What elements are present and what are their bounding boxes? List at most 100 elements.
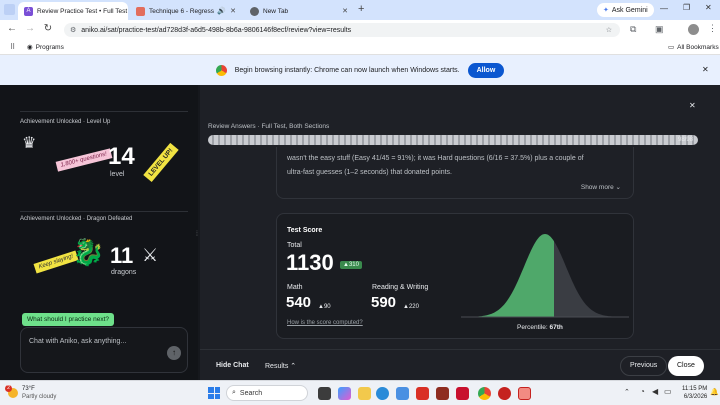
show-more-link[interactable]: Show more ⌄ (581, 183, 621, 191)
dragon-icon: 🐉 (72, 237, 105, 267)
battery-icon[interactable]: ▭ (664, 387, 672, 396)
allow-button[interactable]: Allow (467, 62, 505, 78)
infobar-close-icon[interactable]: ✕ (702, 65, 709, 74)
weather-widget[interactable]: 2 73°F Partly cloudy (5, 385, 57, 401)
reload-icon[interactable]: ↻ (39, 23, 57, 34)
chat-placeholder: Chat with Aniko, ask anything... (29, 338, 127, 345)
maximize-button[interactable]: ❐ (683, 3, 690, 12)
tab-bar: A Review Practice Test • Full Test ✕ Tec… (0, 0, 720, 20)
dragons-unit: dragons (111, 269, 137, 276)
chat-input[interactable]: Chat with Aniko, ask anything... ↑ (20, 327, 188, 373)
hide-chat-button[interactable]: Hide Chat (216, 362, 249, 369)
panel-resize-handle[interactable]: ⁞ (196, 231, 198, 238)
search-icon: ⌕ (232, 389, 236, 396)
tab-groups-icon[interactable]: ▣ (655, 24, 664, 35)
avatar[interactable] (688, 24, 699, 35)
tab-label: Review Practice Test • Full Test (37, 7, 128, 15)
close-tab-icon[interactable]: ✕ (226, 7, 236, 15)
volume-icon[interactable]: ◀ (652, 387, 658, 396)
tab-search-icon[interactable] (4, 4, 15, 15)
address-bar[interactable]: ⚙ aniko.ai/sat/practice-test/ad728d3f-a6… (64, 23, 620, 37)
close-window-button[interactable]: ✕ (705, 3, 712, 12)
bookmarks-bar: ⠿ ◉ Programs ▭ All Bookmarks (0, 40, 720, 55)
weather-text: Partly cloudy (22, 394, 57, 400)
chat-sidebar: Achievement Unlocked · Level Up ♛ 1,800+… (0, 85, 198, 380)
curve-upper-region (554, 241, 629, 317)
apps-icon[interactable]: ⠿ (10, 43, 15, 51)
chrome-logo-icon (215, 64, 227, 76)
notifications-icon[interactable]: 🔔 (710, 388, 719, 396)
bookmark-star-icon[interactable]: ☆ (606, 26, 612, 34)
ask-gemini-label: Ask Gemini (611, 6, 648, 14)
tab-label: New Tab (263, 7, 289, 15)
how-computed-link[interactable]: How is the score computed? (287, 320, 363, 326)
task-view-icon[interactable] (318, 387, 331, 400)
course-favicon-icon (136, 6, 145, 16)
questions-sticker: 1,800+ questions! (55, 148, 112, 172)
site-info-icon[interactable]: ⚙ (70, 26, 76, 34)
tray-chevron-icon[interactable]: ⌃ (624, 388, 630, 396)
folder-icon: ▭ (668, 44, 675, 51)
file-explorer-icon[interactable] (358, 387, 371, 400)
summary-text-1: wasn't the easy stuff (Easy 41/45 = 91%)… (287, 155, 584, 162)
weather-icon: 2 (5, 385, 18, 398)
tab-technique[interactable]: Technique 6 - Regression w… 🔊 ✕ (130, 2, 242, 20)
app-red-circle-icon[interactable] (498, 387, 511, 400)
mcafee-icon[interactable] (456, 387, 469, 400)
results-dropdown[interactable]: Results ⌃ (265, 362, 296, 370)
globe-icon: ◉ (27, 44, 33, 51)
progress-bar (208, 135, 698, 145)
infobar-message: Begin browsing instantly: Chrome can now… (234, 66, 460, 74)
close-button[interactable]: Close (668, 356, 704, 376)
curve-lower-region (461, 234, 554, 317)
search-label: Search (239, 389, 263, 397)
crown-icon: ♛ (22, 135, 37, 152)
summary-text-2: ultra-fast guesses (1–2 seconds) that do… (287, 169, 452, 176)
start-button[interactable] (208, 387, 220, 399)
total-label: Total (287, 242, 302, 249)
url-text: aniko.ai/sat/practice-test/ad728d3f-a6d5… (81, 26, 352, 34)
app-grid-icon[interactable] (436, 387, 449, 400)
app-l-icon[interactable] (416, 387, 429, 400)
new-tab-button[interactable]: + (358, 3, 364, 15)
summary-card: wasn't the easy stuff (Easy 41/45 = 91%)… (276, 147, 634, 199)
clock[interactable]: 11:15 PM 6/3/2026 (682, 385, 707, 401)
taskbar-search[interactable]: ⌕ Search (226, 385, 308, 401)
speaker-icon: 🔊 (217, 8, 227, 15)
tab-newtab[interactable]: New Tab ✕ (244, 2, 354, 20)
app-active-icon[interactable] (518, 387, 531, 400)
close-tab-icon[interactable]: ✕ (338, 7, 348, 15)
achievement-title: Achievement Unlocked · Level Up (20, 119, 111, 125)
rw-score: 590 (371, 294, 397, 311)
close-tab-icon[interactable]: ✕ (127, 7, 128, 15)
review-close-icon[interactable]: ✕ (689, 101, 696, 110)
progress-label: 98/98 (678, 137, 694, 143)
wifi-icon[interactable]: ◔ (640, 387, 645, 396)
send-button[interactable]: ↑ (167, 346, 181, 360)
all-bookmarks[interactable]: ▭ All Bookmarks (668, 43, 719, 52)
footer-divider (200, 349, 720, 350)
review-panel: ✕ Review Answers · Full Test, Both Secti… (200, 85, 720, 380)
swords-icon: ⚔ (142, 245, 159, 265)
back-icon[interactable]: ← (3, 23, 21, 34)
minimize-button[interactable]: — (660, 4, 668, 13)
math-score: 540 (286, 294, 312, 311)
ask-gemini-button[interactable]: ✦ Ask Gemini (597, 3, 654, 17)
date: 6/3/2026 (683, 394, 708, 400)
store-icon[interactable] (396, 387, 409, 400)
chrome-taskbar-icon[interactable] (478, 387, 491, 400)
forward-icon[interactable]: → (21, 23, 39, 34)
copilot-icon[interactable] (338, 387, 351, 400)
suggestion-chip[interactable]: What should I practice next? (22, 313, 115, 326)
math-label: Math (287, 284, 303, 291)
edge-icon[interactable] (376, 387, 389, 400)
previous-button[interactable]: Previous (620, 356, 668, 376)
windows-taskbar: 2 73°F Partly cloudy ⌕ Search ⌃ ◔ ◀ ▭ 11… (0, 380, 720, 405)
dragons-number: 11 (110, 243, 134, 268)
chevron-up-icon: ⌃ (290, 363, 297, 370)
percentile-curve (461, 234, 629, 318)
menu-icon[interactable]: ⋮ (708, 23, 717, 34)
extensions-icon[interactable]: ⧉ (630, 24, 636, 35)
bookmark-programs[interactable]: ◉ Programs (27, 43, 64, 52)
tab-review[interactable]: A Review Practice Test • Full Test ✕ (18, 2, 128, 20)
